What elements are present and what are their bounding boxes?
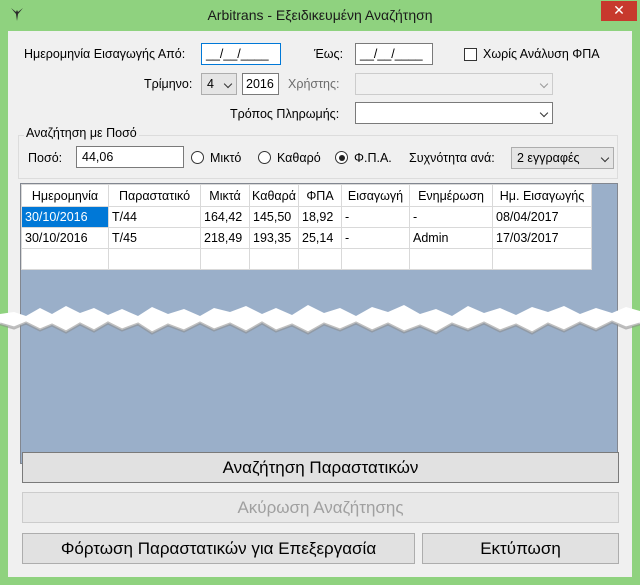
user-select[interactable] xyxy=(355,73,553,95)
torn-edge-decoration xyxy=(0,305,640,335)
quarter-label: Τρίμηνο: xyxy=(144,77,193,91)
table-cell[interactable] xyxy=(492,248,592,270)
print-button[interactable]: Εκτύπωση xyxy=(422,533,619,564)
column-header[interactable]: Ημερομηνία xyxy=(21,184,109,207)
no-vat-checkbox[interactable] xyxy=(464,48,477,61)
column-header[interactable]: ΦΠΑ xyxy=(298,184,342,207)
date-to-label: Έως: xyxy=(314,47,344,61)
table-cell[interactable]: 30/10/2016 xyxy=(21,206,109,228)
table-cell[interactable] xyxy=(249,248,299,270)
table-cell[interactable]: 145,50 xyxy=(249,206,299,228)
quarter-select[interactable]: 4 xyxy=(201,73,237,95)
chevron-down-icon xyxy=(223,79,233,89)
column-header[interactable]: Καθαρά xyxy=(249,184,299,207)
table-row[interactable]: 30/10/2016 Τ/44 164,42 145,50 18,92 - - … xyxy=(21,206,592,228)
column-header[interactable]: Παραστατικό xyxy=(108,184,201,207)
title-bar[interactable]: Arbitrans - Εξειδικευμένη Αναζήτηση ✕ xyxy=(0,0,640,31)
payment-label: Τρόπος Πληρωμής: xyxy=(230,107,340,121)
table-cell[interactable] xyxy=(298,248,342,270)
table-cell[interactable] xyxy=(21,248,109,270)
search-documents-button[interactable]: Αναζήτηση Παραστατικών xyxy=(22,452,619,483)
frequency-select[interactable]: 2 εγγραφές xyxy=(511,147,614,169)
table-cell[interactable]: - xyxy=(409,206,493,228)
table-cell[interactable] xyxy=(108,248,201,270)
radio-net-label: Καθαρό xyxy=(277,151,321,165)
chevron-down-icon xyxy=(600,153,610,163)
radio-vat[interactable] xyxy=(335,151,348,164)
table-cell[interactable]: 193,35 xyxy=(249,227,299,249)
table-header-row: Ημερομηνία Παραστατικό Μικτά Καθαρά ΦΠΑ … xyxy=(21,184,592,207)
table-cell[interactable] xyxy=(200,248,250,270)
table-cell[interactable]: Τ/45 xyxy=(108,227,201,249)
chevron-down-icon xyxy=(539,108,549,118)
date-from-field[interactable]: __/__/____ xyxy=(201,43,281,65)
column-header[interactable]: Ενημέρωση xyxy=(409,184,493,207)
radio-gross-label: Μικτό xyxy=(210,151,242,165)
payment-select[interactable] xyxy=(355,102,553,124)
radio-net[interactable] xyxy=(258,151,271,164)
quarter-value: 4 xyxy=(207,77,214,91)
table-row-new[interactable] xyxy=(21,248,592,270)
cancel-search-button[interactable]: Ακύρωση Αναζήτησης xyxy=(22,492,619,523)
table-cell[interactable]: 08/04/2017 xyxy=(492,206,592,228)
chevron-down-icon xyxy=(539,79,549,89)
radio-vat-label: Φ.Π.Α. xyxy=(354,151,392,165)
table-cell[interactable] xyxy=(409,248,493,270)
table-cell[interactable]: - xyxy=(341,227,410,249)
frequency-value: 2 εγγραφές xyxy=(517,151,580,165)
date-to-field[interactable]: __/__/____ xyxy=(355,43,433,65)
table-cell[interactable]: 218,49 xyxy=(200,227,250,249)
column-header[interactable]: Μικτά xyxy=(200,184,250,207)
app-window: Arbitrans - Εξειδικευμένη Αναζήτηση ✕ Ημ… xyxy=(0,0,640,585)
radio-gross[interactable] xyxy=(191,151,204,164)
date-from-label: Ημερομηνία Εισαγωγής Από: xyxy=(24,47,186,61)
column-header[interactable]: Ημ. Εισαγωγής xyxy=(492,184,592,207)
amount-label: Ποσό: xyxy=(28,151,63,165)
table-cell[interactable]: Admin xyxy=(409,227,493,249)
amount-search-title: Αναζήτηση με Ποσό xyxy=(24,126,139,140)
results-table: Ημερομηνία Παραστατικό Μικτά Καθαρά ΦΠΑ … xyxy=(21,184,592,270)
table-cell[interactable]: 164,42 xyxy=(200,206,250,228)
table-cell[interactable]: 17/03/2017 xyxy=(492,227,592,249)
table-cell[interactable]: 18,92 xyxy=(298,206,342,228)
frequency-label: Συχνότητα ανά: xyxy=(409,151,495,165)
amount-field[interactable]: 44,06 xyxy=(76,146,184,168)
window-title: Arbitrans - Εξειδικευμένη Αναζήτηση xyxy=(207,7,433,23)
year-field[interactable]: 2016 xyxy=(242,73,279,95)
user-label: Χρήστης: xyxy=(288,77,340,91)
load-documents-button[interactable]: Φόρτωση Παραστατικών για Επεξεργασία xyxy=(22,533,415,564)
no-vat-label: Χωρίς Ανάλυση ΦΠΑ xyxy=(483,47,600,61)
table-cell[interactable] xyxy=(341,248,410,270)
table-cell[interactable]: 30/10/2016 xyxy=(21,227,109,249)
table-cell[interactable]: 25,14 xyxy=(298,227,342,249)
close-icon[interactable]: ✕ xyxy=(601,1,637,21)
table-row[interactable]: 30/10/2016 Τ/45 218,49 193,35 25,14 - Ad… xyxy=(21,227,592,249)
column-header[interactable]: Εισαγωγή xyxy=(341,184,410,207)
table-cell[interactable]: Τ/44 xyxy=(108,206,201,228)
table-cell[interactable]: - xyxy=(341,206,410,228)
